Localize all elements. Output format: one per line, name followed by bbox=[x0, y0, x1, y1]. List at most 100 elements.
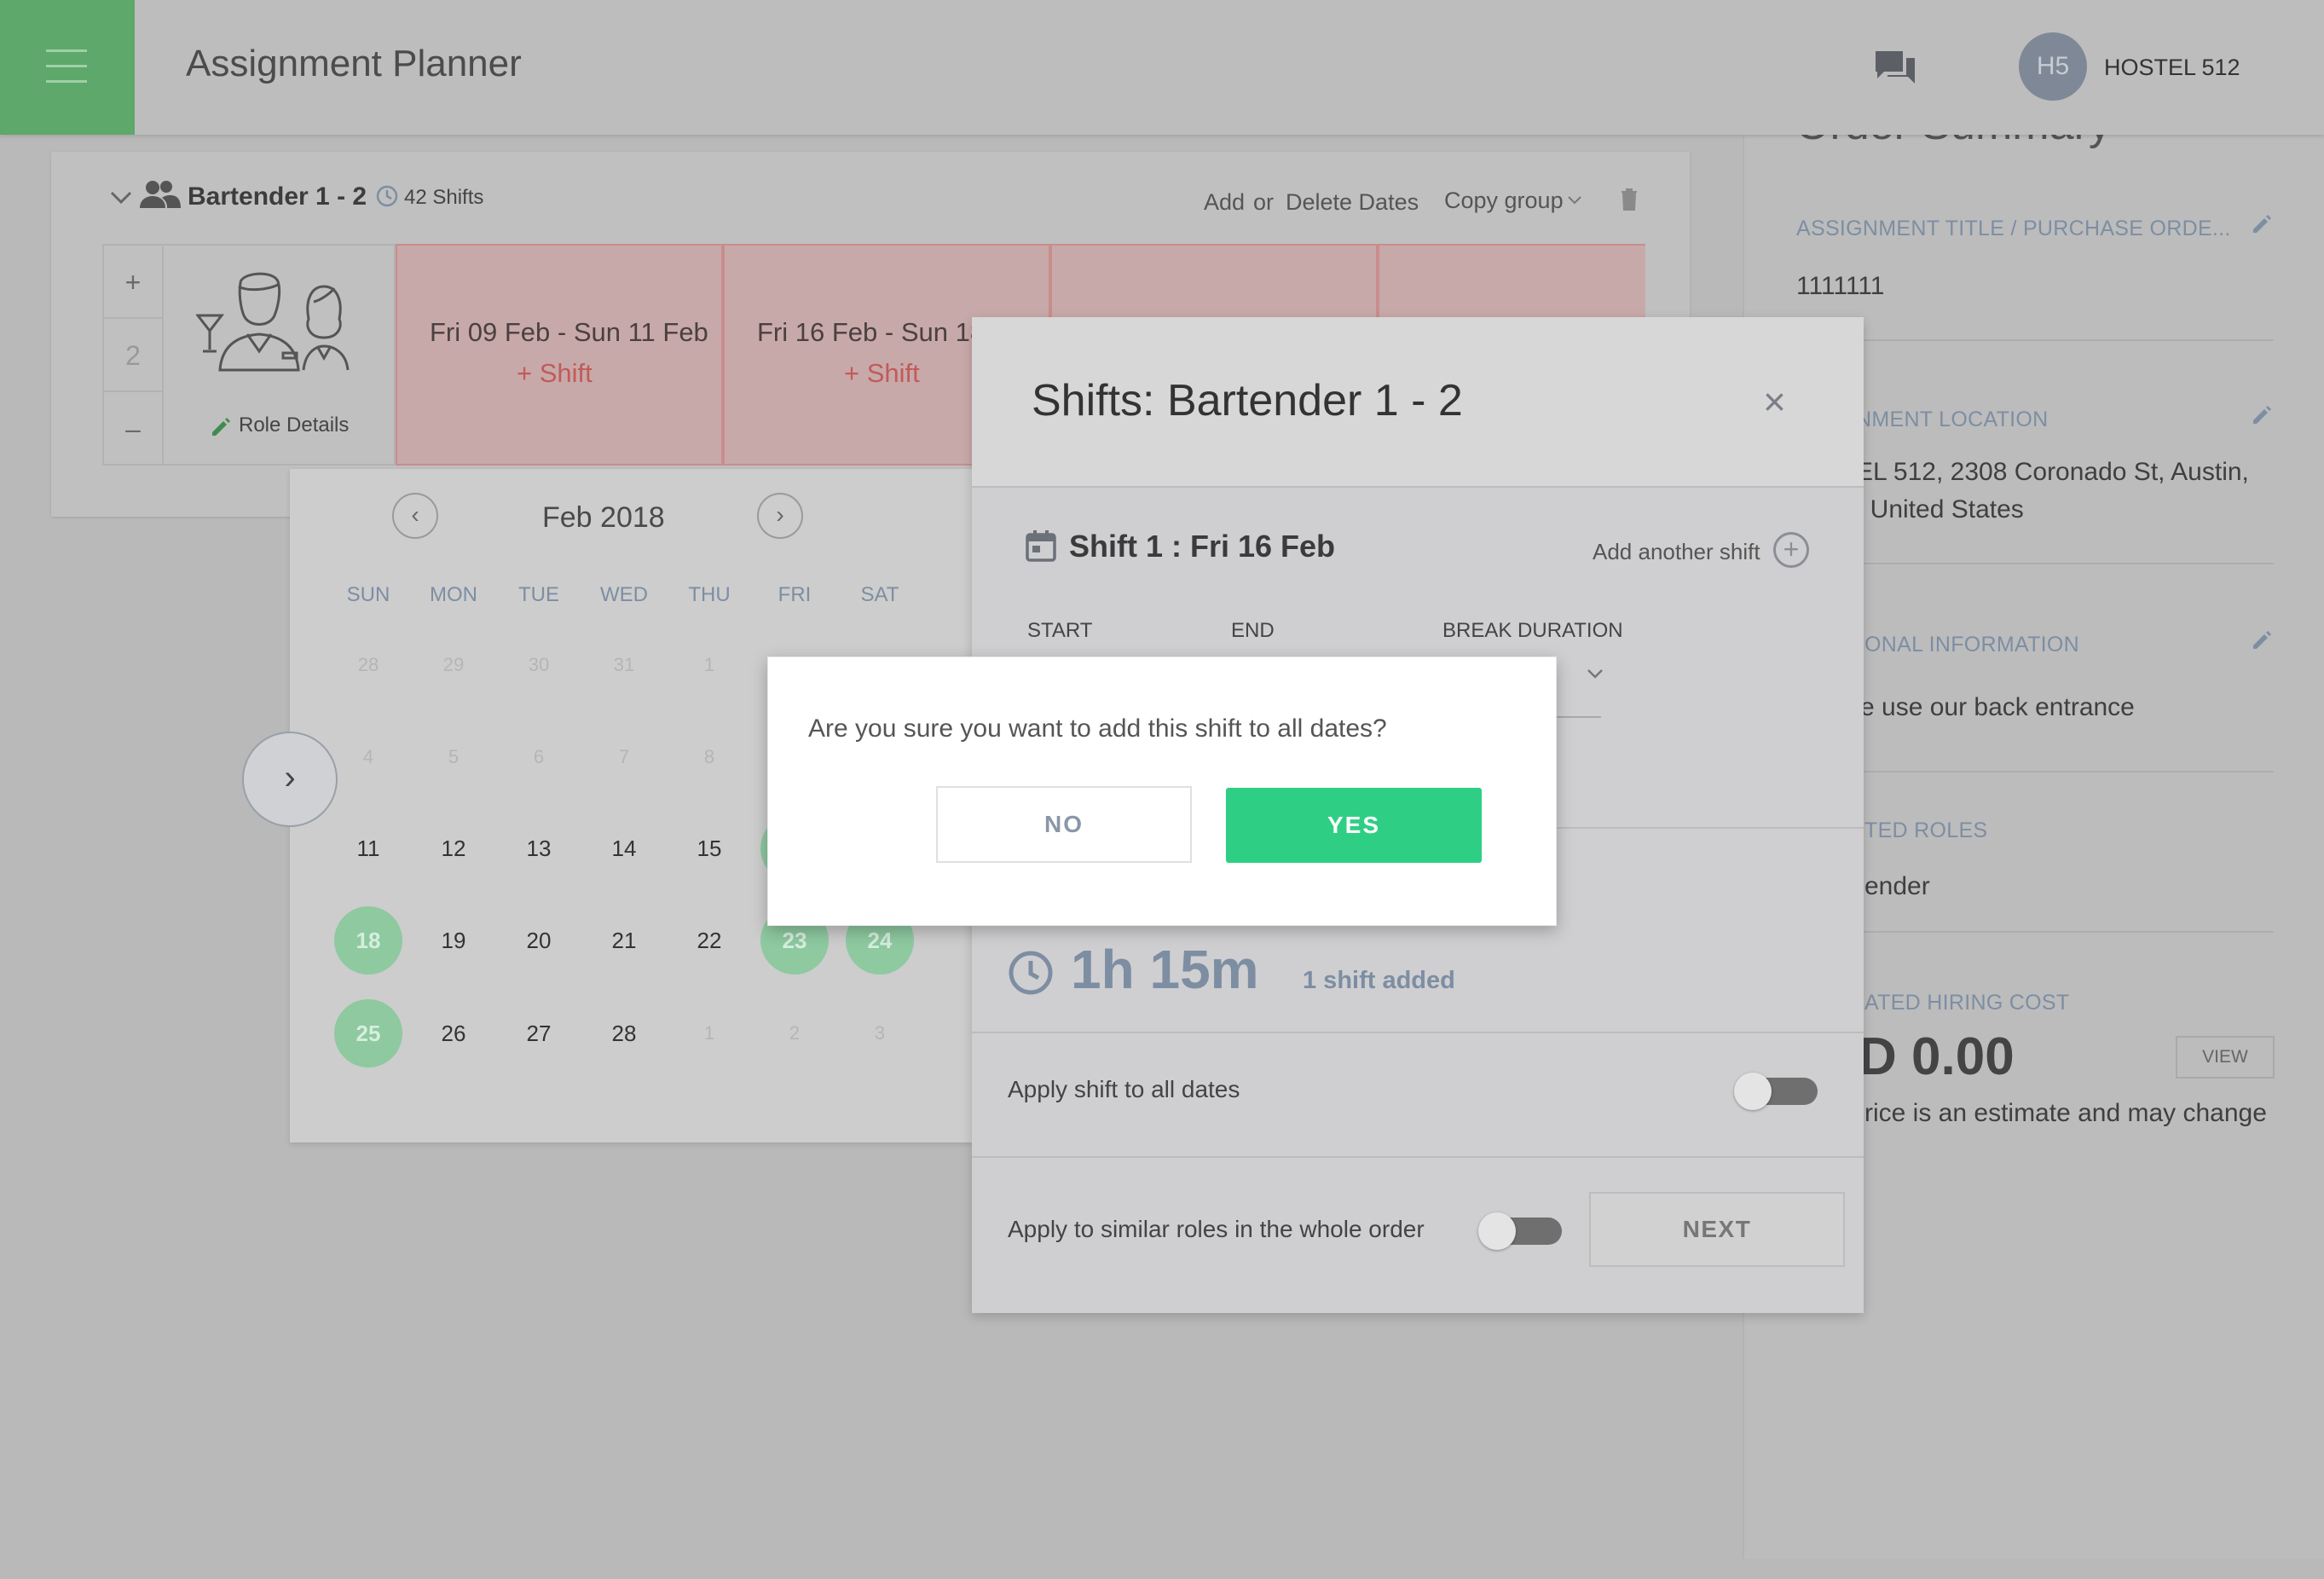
calendar-day[interactable]: 5 bbox=[419, 723, 488, 791]
shift-duration: 1h 15m bbox=[1071, 939, 1259, 1000]
calendar-day[interactable]: 14 bbox=[590, 814, 658, 882]
edit-pencil-icon[interactable] bbox=[210, 416, 232, 438]
day-of-week-label: TUE bbox=[518, 583, 559, 606]
apply-similar-roles-toggle[interactable] bbox=[1478, 1212, 1562, 1250]
calendar-day[interactable]: 15 bbox=[675, 814, 743, 882]
calendar-day[interactable]: 30 bbox=[505, 631, 573, 699]
week-date-range: Fri 09 Feb - Sun 11 Feb bbox=[430, 317, 708, 347]
next-month-button[interactable]: › bbox=[757, 493, 803, 539]
shift-count: 42 Shifts bbox=[404, 186, 484, 209]
toggle-knob bbox=[1734, 1073, 1772, 1110]
calendar-day[interactable]: 26 bbox=[419, 999, 488, 1067]
calendar-day-selected[interactable]: 18 bbox=[334, 906, 402, 975]
day-of-week-label: MON bbox=[430, 583, 477, 606]
day-of-week-label: WED bbox=[600, 583, 648, 606]
add-circle-icon[interactable]: + bbox=[1773, 532, 1809, 568]
edit-pencil-icon[interactable] bbox=[2251, 213, 2273, 235]
location-line-2: , United States bbox=[1856, 495, 2024, 523]
chat-icon[interactable] bbox=[1872, 48, 1918, 90]
copy-group-dropdown[interactable]: Copy group bbox=[1444, 188, 1564, 214]
calendar-day[interactable]: 6 bbox=[505, 723, 573, 791]
day-of-week-label: SUN bbox=[346, 583, 390, 606]
calendar-day[interactable]: 7 bbox=[590, 723, 658, 791]
people-icon bbox=[140, 181, 181, 208]
apply-all-dates-toggle[interactable] bbox=[1734, 1073, 1818, 1110]
next-button[interactable]: NEXT bbox=[1589, 1192, 1845, 1267]
calendar-day-selected[interactable]: 25 bbox=[334, 999, 402, 1067]
calendar-day[interactable]: 22 bbox=[675, 906, 743, 975]
role-details-link[interactable]: Role Details bbox=[239, 414, 349, 437]
avatar[interactable]: H5 bbox=[2019, 32, 2087, 101]
calendar-day[interactable]: 2 bbox=[760, 999, 829, 1067]
confirm-message: Are you sure you want to add this shift … bbox=[808, 714, 1387, 743]
toggle-knob bbox=[1478, 1212, 1516, 1250]
add-another-shift-link[interactable]: Add another shift bbox=[1593, 539, 1760, 565]
assignment-title-value: 1111111 bbox=[1796, 272, 1885, 300]
calendar-day[interactable]: 28 bbox=[334, 631, 402, 699]
trash-icon[interactable] bbox=[1620, 188, 1639, 211]
view-cost-button[interactable]: VIEW bbox=[2176, 1036, 2275, 1079]
location-label: NMENT LOCATION bbox=[1856, 408, 2049, 431]
calendar-day[interactable]: 12 bbox=[419, 814, 488, 882]
close-icon[interactable]: × bbox=[1763, 379, 1786, 425]
calendar-day[interactable]: 13 bbox=[505, 814, 573, 882]
delete-dates-link[interactable]: Delete Dates bbox=[1286, 189, 1419, 216]
summary-divider bbox=[1796, 339, 2274, 341]
app-title: Assignment Planner bbox=[186, 43, 522, 84]
modal-divider bbox=[972, 1156, 1864, 1158]
start-label: START bbox=[1027, 619, 1093, 642]
calendar-day[interactable]: 19 bbox=[419, 906, 488, 975]
calendar-day[interactable]: 1 bbox=[675, 999, 743, 1067]
clock-icon bbox=[1009, 951, 1053, 995]
calendar-day[interactable]: 28 bbox=[590, 999, 658, 1067]
chevron-right-icon[interactable]: › bbox=[242, 732, 338, 827]
add-shift-button[interactable]: + Shift bbox=[844, 358, 920, 389]
chevron-down-icon[interactable] bbox=[1586, 667, 1604, 680]
calendar-day[interactable]: 4 bbox=[334, 723, 402, 791]
calendar-icon bbox=[1026, 530, 1056, 562]
calendar-day[interactable]: 27 bbox=[505, 999, 573, 1067]
modal-divider bbox=[972, 1032, 1864, 1033]
calendar-day[interactable]: 8 bbox=[675, 723, 743, 791]
role-title: Bartender 1 - 2 bbox=[188, 182, 367, 211]
calendar-day[interactable]: 31 bbox=[590, 631, 658, 699]
no-button[interactable]: NO bbox=[936, 786, 1192, 863]
calendar-day[interactable]: 11 bbox=[334, 814, 402, 882]
summary-divider bbox=[1796, 771, 2274, 772]
add-shift-button[interactable]: + Shift bbox=[517, 358, 593, 389]
edit-pencil-icon[interactable] bbox=[2251, 404, 2273, 426]
calendar-day[interactable]: 1 bbox=[675, 631, 743, 699]
edit-pencil-icon[interactable] bbox=[2251, 629, 2273, 651]
calendar-day[interactable]: 29 bbox=[419, 631, 488, 699]
organization-name[interactable]: HOSTEL 512 bbox=[2104, 55, 2240, 81]
week-column[interactable] bbox=[396, 244, 723, 466]
hiring-cost-value: D 0.00 bbox=[1859, 1027, 2015, 1086]
calendar-day[interactable]: 21 bbox=[590, 906, 658, 975]
decrement-button[interactable]: – bbox=[104, 392, 162, 466]
quantity-stepper[interactable]: + 2 – bbox=[102, 244, 164, 466]
calendar-month: Feb 2018 bbox=[542, 501, 665, 534]
cost-note: rice is an estimate and may change bbox=[1864, 1099, 2267, 1127]
shifts-added-count: 1 shift added bbox=[1303, 967, 1455, 994]
week-date-range: Fri 16 Feb - Sun 18 bbox=[757, 317, 986, 347]
chevron-down-icon[interactable] bbox=[1567, 194, 1582, 206]
day-of-week-label: THU bbox=[688, 583, 731, 606]
increment-button[interactable]: + bbox=[104, 246, 162, 319]
chevron-down-icon[interactable] bbox=[109, 189, 133, 206]
apply-similar-roles-label: Apply to similar roles in the whole orde… bbox=[1008, 1216, 1425, 1242]
day-of-week-label: SAT bbox=[860, 583, 899, 606]
hamburger-menu-button[interactable] bbox=[0, 0, 135, 135]
prev-month-button[interactable]: ‹ bbox=[392, 493, 438, 539]
selected-roles-label: TED ROLES bbox=[1864, 818, 1988, 842]
summary-divider bbox=[1796, 563, 2274, 564]
menu-line bbox=[46, 49, 87, 52]
calendar-day[interactable]: 20 bbox=[505, 906, 573, 975]
quantity-value: 2 bbox=[104, 319, 162, 392]
calendar-day[interactable]: 3 bbox=[846, 999, 914, 1067]
add-dates-link[interactable]: Add bbox=[1204, 189, 1245, 216]
yes-button[interactable]: YES bbox=[1226, 788, 1482, 863]
clock-icon bbox=[376, 185, 398, 207]
menu-line bbox=[46, 80, 87, 83]
break-duration-label: BREAK DURATION bbox=[1442, 619, 1623, 642]
bartender-illustration bbox=[196, 272, 350, 372]
